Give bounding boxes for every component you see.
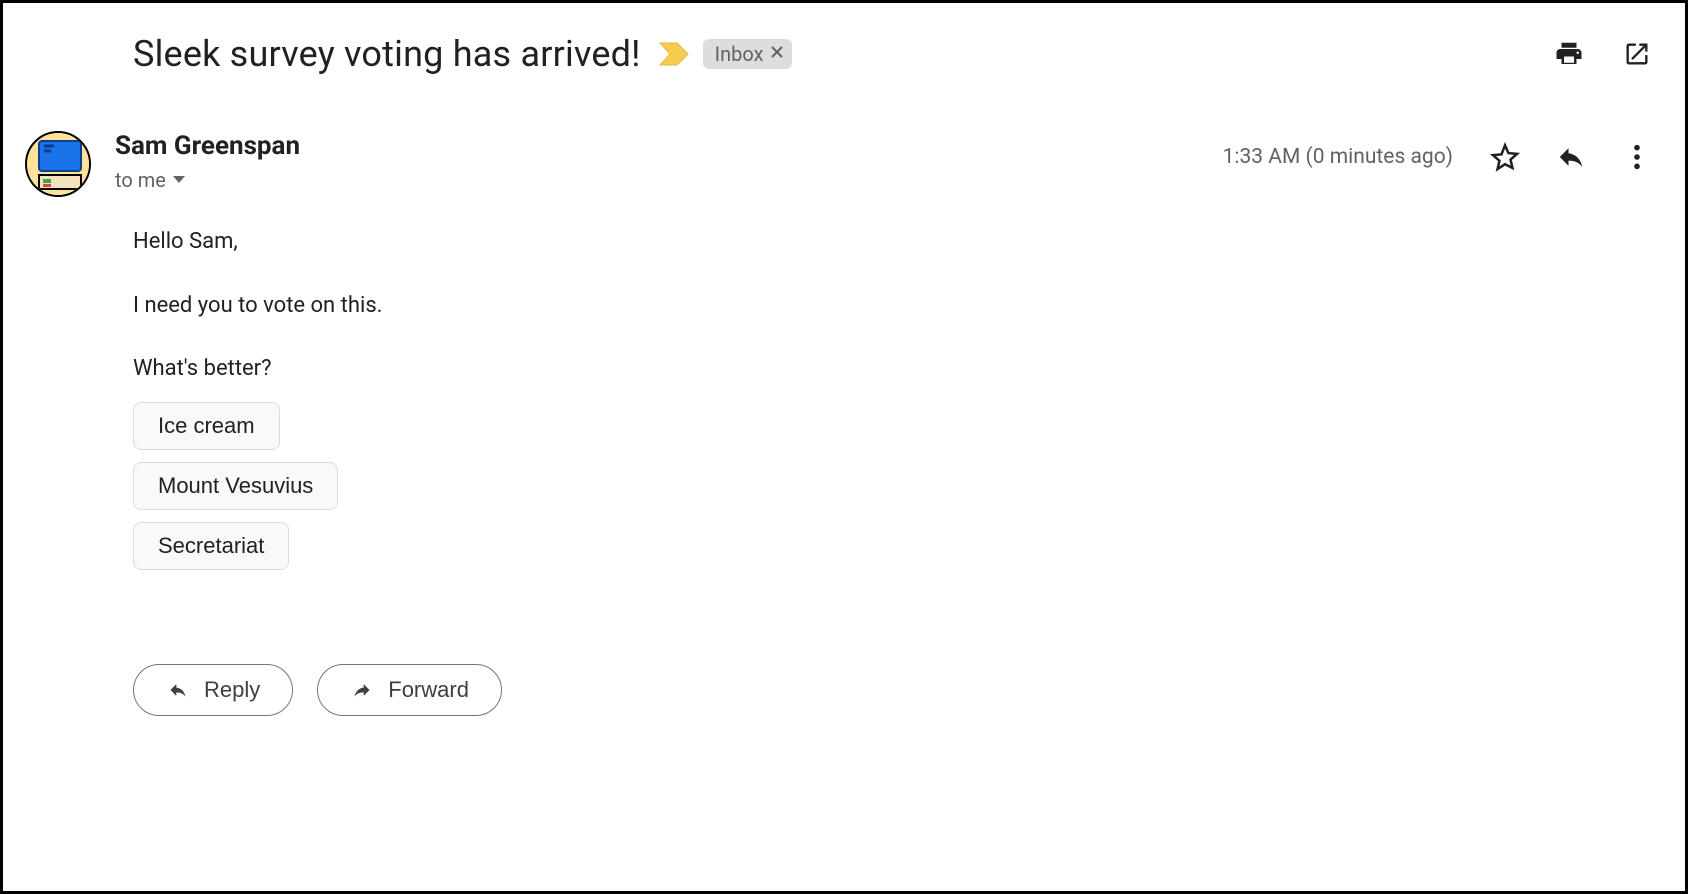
- forward-icon: [350, 680, 374, 700]
- reply-icon: [1556, 142, 1586, 172]
- star-icon: [1490, 142, 1520, 172]
- important-marker[interactable]: [659, 42, 689, 66]
- email-subject: Sleek survey voting has arrived!: [133, 33, 641, 75]
- vote-option-2[interactable]: Mount Vesuvius: [133, 462, 338, 510]
- timestamp: 1:33 AM (0 minutes ago): [1223, 145, 1453, 169]
- vote-option-1[interactable]: Ice cream: [133, 402, 280, 450]
- open-in-new-button[interactable]: [1617, 34, 1657, 74]
- body-question: What's better?: [133, 354, 1657, 384]
- reply-label: Reply: [204, 679, 260, 701]
- forward-button[interactable]: Forward: [317, 664, 502, 716]
- recipient-text: to me: [115, 168, 166, 192]
- label-text: Inbox: [715, 44, 764, 64]
- label-remove[interactable]: [770, 45, 784, 63]
- vote-options: Ice cream Mount Vesuvius Secretariat: [133, 402, 1657, 570]
- reply-icon: [166, 680, 190, 700]
- body-line-1: I need you to vote on this.: [133, 291, 1657, 321]
- sender-name: Sam Greenspan: [115, 131, 300, 162]
- email-body: Hello Sam, I need you to vote on this. W…: [25, 197, 1657, 570]
- email-view: Sleek survey voting has arrived! Inbox: [0, 0, 1688, 894]
- more-button[interactable]: [1617, 137, 1657, 177]
- subject-actions: [1549, 34, 1657, 74]
- caret-down-icon: [172, 175, 186, 185]
- star-button[interactable]: [1485, 137, 1525, 177]
- more-vert-icon: [1633, 143, 1641, 171]
- reply-forward-row: Reply Forward: [25, 570, 1657, 716]
- print-icon: [1554, 39, 1584, 69]
- label-inbox[interactable]: Inbox: [703, 39, 792, 69]
- reply-button[interactable]: Reply: [133, 664, 293, 716]
- reply-icon-button[interactable]: [1551, 137, 1591, 177]
- vote-option-3[interactable]: Secretariat: [133, 522, 289, 570]
- subject-row: Sleek survey voting has arrived! Inbox: [25, 27, 1657, 75]
- print-button[interactable]: [1549, 34, 1589, 74]
- avatar-icon: [27, 133, 91, 197]
- open-in-new-icon: [1623, 40, 1651, 68]
- forward-label: Forward: [388, 679, 469, 701]
- important-icon: [659, 42, 689, 66]
- recipient-dropdown[interactable]: to me: [115, 168, 300, 192]
- meta-actions: 1:33 AM (0 minutes ago): [1223, 131, 1657, 177]
- sender-avatar[interactable]: [25, 131, 91, 197]
- sender-row: Sam Greenspan to me 1:33 AM (0 minutes a…: [25, 75, 1657, 197]
- close-icon: [770, 45, 784, 59]
- body-greeting: Hello Sam,: [133, 227, 1657, 257]
- sender-block: Sam Greenspan to me: [115, 131, 300, 192]
